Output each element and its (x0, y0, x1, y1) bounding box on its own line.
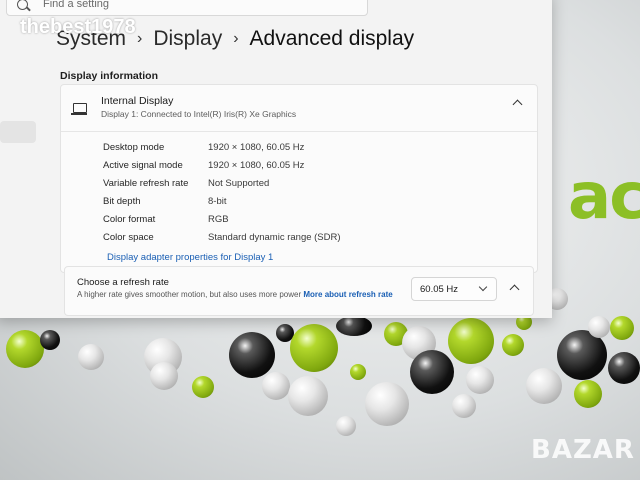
search-placeholder: Find a setting (43, 0, 110, 10)
chevron-up-icon[interactable] (509, 284, 520, 295)
wallpaper-sphere (290, 324, 338, 372)
acer-logo: acer (568, 160, 640, 234)
laptop-icon (71, 103, 87, 115)
wallpaper-sphere (262, 372, 290, 400)
display-info-card: Internal Display Display 1: Connected to… (60, 84, 538, 273)
wallpaper-sphere (502, 334, 524, 356)
info-value: Standard dynamic range (SDR) (208, 232, 341, 243)
info-value: RGB (208, 214, 229, 225)
chevron-down-icon (478, 282, 488, 292)
wallpaper-sphere (288, 376, 328, 416)
info-value: 1920 × 1080, 60.05 Hz (208, 142, 305, 153)
wallpaper-sphere (350, 364, 366, 380)
wallpaper-sphere (452, 394, 476, 418)
wallpaper-sphere (150, 362, 178, 390)
search-icon (17, 0, 28, 10)
wallpaper-sphere (192, 376, 214, 398)
info-value: 8-bit (208, 196, 227, 207)
info-label: Variable refresh rate (103, 178, 189, 189)
wallpaper-sphere (6, 330, 44, 368)
chevron-right-icon: › (137, 30, 143, 47)
info-value: Not Supported (208, 178, 270, 189)
chevron-up-icon[interactable] (512, 99, 523, 110)
info-label: Color format (103, 214, 156, 225)
more-about-refresh-rate-link[interactable]: More about refresh rate (303, 290, 392, 299)
display-card-subtitle: Display 1: Connected to Intel(R) Iris(R)… (101, 109, 297, 119)
wallpaper-sphere (588, 316, 610, 338)
refresh-rate-selected: 60.05 Hz (420, 284, 459, 295)
settings-window: Find a setting System › Display › Advanced d… (0, 0, 552, 318)
wallpaper-sphere (40, 330, 60, 350)
refresh-rate-desc-text: A higher rate gives smoother motion, but… (77, 290, 302, 299)
section-title-display-information: Display information (60, 70, 159, 82)
refresh-rate-card: Choose a refresh rate A higher rate give… (64, 266, 534, 316)
info-label: Active signal mode (103, 160, 183, 171)
breadcrumb-display[interactable]: Display (153, 27, 222, 51)
info-row: Color format RGB (61, 210, 537, 228)
info-value: 1920 × 1080, 60.05 Hz (208, 160, 305, 171)
wallpaper-sphere (448, 318, 494, 364)
wallpaper-sphere (466, 366, 494, 394)
wallpaper-sphere (336, 316, 372, 336)
display-card-header[interactable]: Internal Display Display 1: Connected to… (61, 85, 537, 132)
search-input[interactable]: Find a setting (6, 0, 368, 16)
wallpaper-sphere (365, 382, 409, 426)
info-row: Active signal mode 1920 × 1080, 60.05 Hz (61, 156, 537, 174)
sidebar-item-selected[interactable] (0, 121, 36, 143)
wallpaper-sphere (610, 316, 634, 340)
info-row: Desktop mode 1920 × 1080, 60.05 Hz (61, 138, 537, 156)
wallpaper-sphere (336, 416, 356, 436)
chevron-right-icon: › (233, 30, 239, 47)
info-row: Bit depth 8-bit (61, 192, 537, 210)
info-row: Color space Standard dynamic range (SDR) (61, 228, 537, 246)
wallpaper-sphere (526, 368, 562, 404)
refresh-rate-dropdown[interactable]: 60.05 Hz (411, 277, 497, 301)
display-info-rows: Desktop mode 1920 × 1080, 60.05 Hz Activ… (61, 132, 537, 272)
wallpaper-sphere (78, 344, 104, 370)
wallpaper-sphere (410, 350, 454, 394)
refresh-rate-description: A higher rate gives smoother motion, but… (77, 289, 407, 301)
info-label: Desktop mode (103, 142, 165, 153)
display-card-title: Internal Display (101, 95, 174, 107)
wallpaper-sphere (608, 352, 640, 384)
breadcrumb-advanced-display: Advanced display (249, 27, 415, 50)
info-label: Bit depth (103, 196, 141, 207)
info-label: Color space (103, 232, 154, 243)
username-overlay: thebest1978 (20, 16, 136, 38)
display-adapter-properties-link[interactable]: Display adapter properties for Display 1 (61, 246, 537, 268)
refresh-rate-title: Choose a refresh rate (77, 277, 169, 288)
info-row: Variable refresh rate Not Supported (61, 174, 537, 192)
bazar-watermark: BAZAR (531, 435, 635, 465)
wallpaper-sphere (574, 380, 602, 408)
wallpaper-sphere (229, 332, 275, 378)
adapter-link-text[interactable]: Display adapter properties for Display 1 (107, 252, 273, 263)
